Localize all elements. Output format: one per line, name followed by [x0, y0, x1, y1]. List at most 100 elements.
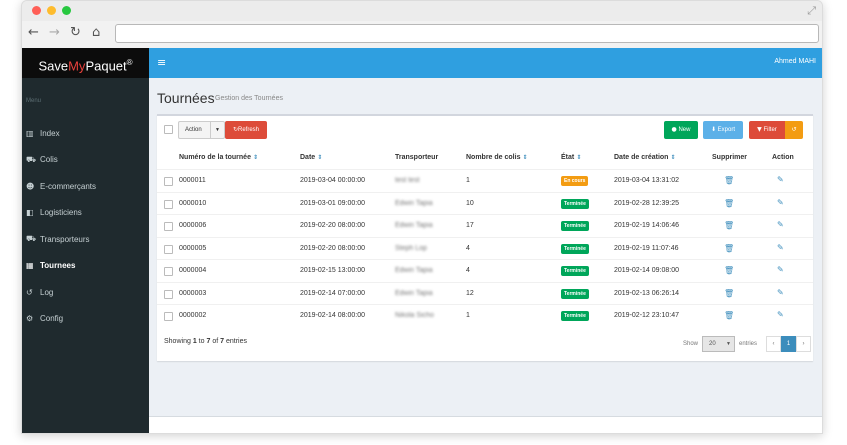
sort-icon[interactable]: ⇕ [668, 154, 676, 161]
plus-circle-icon: ● [671, 126, 677, 133]
cell-creation: 2019-02-28 12:39:25 [614, 199, 679, 207]
edit-icon[interactable]: ✎ [777, 243, 784, 252]
cell-numero: 0000002 [179, 312, 207, 319]
sidebar-item-index[interactable]: ▥ Index [22, 120, 149, 147]
download-icon: ⬇ [710, 126, 716, 133]
trash-icon[interactable]: 🗑 [724, 176, 734, 185]
reload-icon[interactable]: ↻ [70, 25, 81, 41]
browser-window: ⤢ ← → ↻ ⌂ SaveMyPaquet® Menu ▥ Index ⛟ Coli… [21, 0, 823, 434]
export-button[interactable]: ⬇ Export [703, 121, 743, 139]
column-header[interactable]: Date de création ⇕ [614, 154, 676, 161]
filter-icon: ▼ [757, 126, 762, 133]
reset-filter-button[interactable]: ↺ [785, 121, 803, 139]
menu-label: Menu [26, 98, 42, 104]
caret-down-icon: ▼ [210, 122, 220, 138]
column-header[interactable]: Numéro de la tournée ⇕ [179, 154, 258, 161]
export-label: Export [717, 127, 736, 133]
row-checkbox[interactable] [164, 244, 173, 254]
trash-icon[interactable]: 🗑 [724, 199, 734, 208]
info-of-word: of [212, 338, 219, 345]
map-icon: ▦ [26, 261, 34, 271]
row-checkbox[interactable] [164, 177, 173, 186]
sort-icon[interactable]: ⇕ [251, 154, 258, 161]
prev-page-button[interactable]: ‹ [766, 336, 781, 352]
sidebar-item-log[interactable]: ↺ Log [22, 279, 149, 306]
maximize-window-button[interactable] [62, 6, 71, 15]
hamburger-menu-icon[interactable]: ≡ [157, 56, 166, 69]
cell-colis: 1 [466, 177, 470, 184]
cube-icon: ◧ [26, 208, 34, 218]
info-to: 7 [206, 338, 211, 345]
next-page-button[interactable]: › [796, 336, 811, 352]
sidebar-item-config[interactable]: ⚙ Config [22, 306, 149, 333]
page-1-button[interactable]: 1 [781, 336, 796, 352]
status-badge: Terminée [561, 221, 589, 231]
select-all-checkbox[interactable] [164, 125, 173, 134]
column-header[interactable]: Nombre de colis ⇕ [466, 154, 528, 161]
back-arrow-icon[interactable]: ← [28, 25, 39, 41]
edit-icon[interactable]: ✎ [777, 288, 784, 297]
cell-colis: 12 [466, 289, 474, 297]
edit-icon[interactable]: ✎ [777, 198, 784, 207]
cell-date: 2019-02-14 07:00:00 [300, 289, 365, 297]
action-dropdown-button[interactable]: Action ▼ [178, 121, 225, 139]
edit-icon[interactable]: ✎ [777, 175, 784, 184]
info-suffix: entries [225, 338, 247, 345]
column-header[interactable]: État ⇕ [561, 154, 581, 161]
brand-logo[interactable]: SaveMyPaquet® [22, 48, 149, 78]
browser-titlebar: ⤢ [22, 1, 822, 21]
edit-icon[interactable]: ✎ [777, 265, 784, 274]
sidebar-item-label: Colis [40, 155, 58, 165]
column-header-label: Date de création [614, 154, 669, 161]
sidebar-item-logisticiens[interactable]: ◧ Logisticiens [22, 200, 149, 227]
row-checkbox[interactable] [164, 267, 173, 276]
sort-icon[interactable]: ⇕ [315, 154, 322, 161]
sidebar-item-transporteurs[interactable]: ⛟ Transporteurs [22, 226, 149, 253]
trash-icon[interactable]: 🗑 [724, 244, 734, 253]
cell-date: 2019-02-14 08:00:00 [300, 312, 365, 319]
refresh-button[interactable]: ↻Refresh [225, 121, 267, 139]
cell-transporteur: Edwin Tapia [395, 267, 433, 274]
cell-colis: 17 [466, 222, 474, 229]
column-header-label: État [561, 154, 575, 161]
sidebar-menu: ▥ Index ⛟ Colis ☻ E-commerçants ◧ Logisticiens ⛟… [22, 120, 149, 332]
trash-icon[interactable]: 🗑 [724, 289, 734, 298]
forward-arrow-icon[interactable]: → [49, 25, 60, 41]
row-checkbox[interactable] [164, 199, 173, 209]
filter-button[interactable]: ▼ Filter [749, 121, 785, 139]
user-name[interactable]: Ahmed MAHI [774, 58, 816, 65]
cell-creation: 2019-02-13 06:26:14 [614, 289, 679, 297]
sort-icon[interactable]: ⇕ [520, 154, 528, 161]
row-checkbox[interactable] [164, 222, 173, 231]
close-window-button[interactable] [32, 6, 41, 15]
row-checkbox[interactable] [164, 312, 173, 321]
table-row: 0000004 2019-02-15 13:00:00 Edwin Tapia 4 20… [157, 259, 813, 282]
edit-icon[interactable]: ✎ [777, 220, 784, 229]
column-header[interactable]: Date ⇕ [300, 154, 322, 161]
filter-label: Filter [763, 127, 777, 133]
expand-icon[interactable]: ⤢ [807, 4, 816, 18]
home-icon[interactable]: ⌂ [92, 25, 100, 41]
info-from: 1 [192, 338, 197, 345]
edit-icon[interactable]: ✎ [777, 310, 784, 319]
minimize-window-button[interactable] [47, 6, 56, 15]
cell-numero: 0000011 [179, 177, 206, 184]
cell-colis: 1 [466, 312, 470, 319]
sidebar-item-tournees[interactable]: ▦ Tournees [22, 253, 149, 280]
trash-icon[interactable]: 🗑 [724, 221, 734, 230]
trash-icon[interactable]: 🗑 [724, 311, 734, 320]
address-bar[interactable] [115, 24, 819, 43]
new-button[interactable]: ● New [664, 121, 698, 139]
cell-transporteur: Edwin Tapia [395, 289, 433, 297]
sidebar-item-e-commer-ants[interactable]: ☻ E-commerçants [22, 173, 149, 200]
users-icon: ☻ [26, 181, 35, 191]
trash-icon[interactable]: 🗑 [724, 266, 734, 275]
cell-date: 2019-02-20 08:00:00 [300, 244, 365, 252]
show-label: Show [683, 341, 699, 347]
row-checkbox[interactable] [164, 289, 173, 299]
undo-icon: ↺ [791, 126, 797, 133]
page-length-select[interactable]: 20 ▼ [702, 336, 735, 352]
sort-icon[interactable]: ⇕ [574, 154, 581, 161]
cell-colis: 4 [466, 244, 470, 252]
sidebar-item-colis[interactable]: ⛟ Colis [22, 147, 149, 174]
